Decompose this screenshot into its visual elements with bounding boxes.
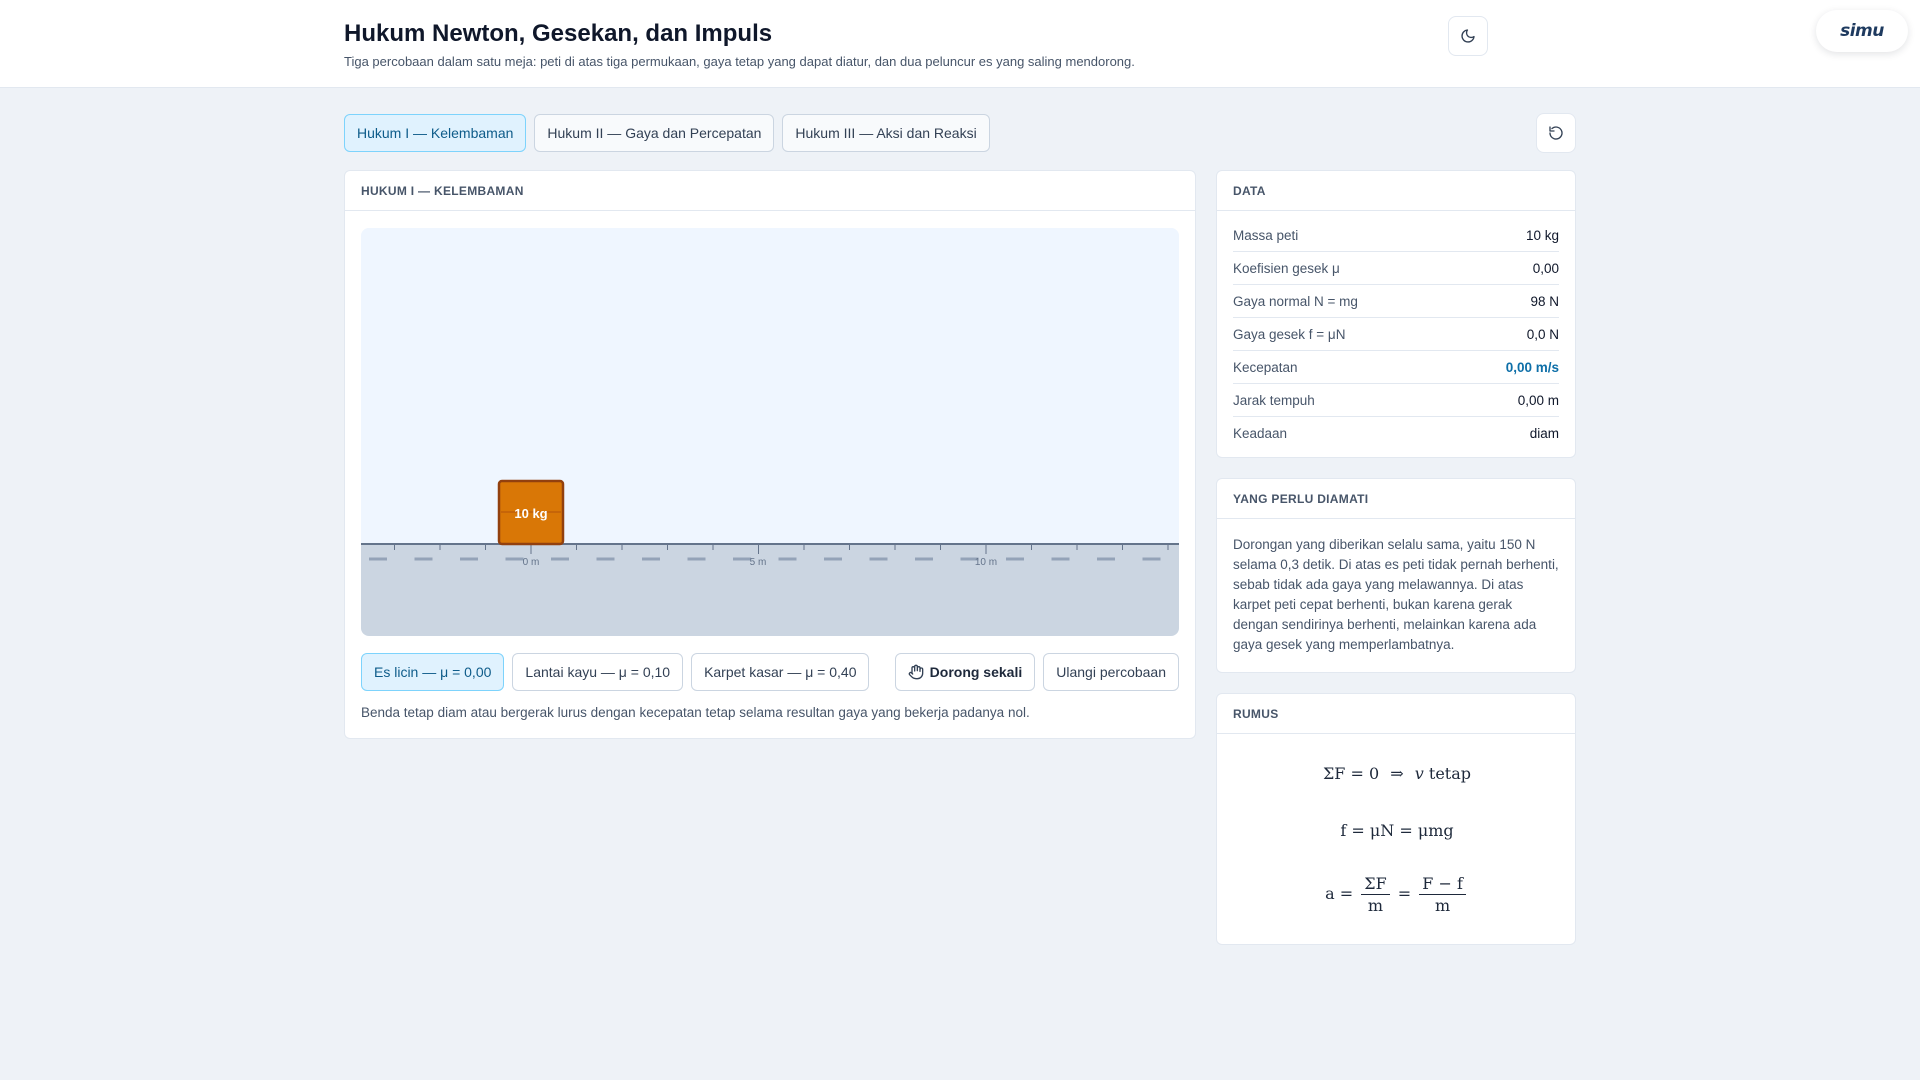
- numerator: ΣF: [1361, 874, 1390, 895]
- observation-heading: YANG PERLU DIAMATI: [1217, 479, 1575, 519]
- data-row-distance: Jarak tempuh 0,00 m: [1233, 384, 1559, 417]
- experiment-tabs: Hukum I — Kelembaman Hukum II — Gaya dan…: [344, 114, 990, 152]
- denominator: m: [1367, 896, 1384, 915]
- formula-lhs: a =: [1325, 884, 1354, 903]
- data-value: 0,00 m/s: [1505, 359, 1559, 375]
- action-buttons: Dorong sekali Ulangi percobaan: [894, 653, 1179, 691]
- logo[interactable]: simu: [1816, 10, 1908, 52]
- page-subtitle: Tiga percobaan dalam satu meja: peti di …: [344, 54, 1135, 69]
- observation-text: Dorongan yang diberikan selalu sama, yai…: [1233, 537, 1559, 652]
- reset-button[interactable]: [1536, 113, 1576, 153]
- theme-toggle-button[interactable]: [1448, 16, 1488, 56]
- data-row-velocity: Kecepatan 0,00 m/s: [1233, 351, 1559, 384]
- data-row-normal-force: Gaya normal N = mg 98 N: [1233, 285, 1559, 318]
- data-value: 0,00 m: [1517, 392, 1559, 408]
- moon-icon: [1461, 29, 1475, 43]
- logo-text: simu: [1840, 21, 1884, 41]
- push-once-label: Dorong sekali: [929, 664, 1023, 680]
- data-row-friction-force: Gaya gesek f = μN 0,0 N: [1233, 318, 1559, 351]
- surface-carpet-button[interactable]: Karpet kasar — μ = 0,40: [691, 653, 870, 691]
- data-panel: DATA Massa peti 10 kg Koefisien gesek μ …: [1216, 170, 1576, 458]
- data-label: Kecepatan: [1233, 359, 1298, 375]
- denominator: m: [1434, 896, 1451, 915]
- surface-wood-button[interactable]: Lantai kayu — μ = 0,10: [512, 653, 684, 691]
- observation-panel: YANG PERLU DIAMATI Dorongan yang diberik…: [1216, 478, 1576, 673]
- data-value: diam: [1529, 426, 1559, 441]
- fraction: F − f m: [1419, 874, 1466, 915]
- formula-lhs: ΣF = 0: [1322, 764, 1380, 783]
- reset-icon: [1549, 126, 1563, 140]
- numerator: F − f: [1419, 874, 1466, 895]
- app-header: Hukum Newton, Gesekan, dan Impuls Tiga p…: [0, 0, 1920, 88]
- fraction: ΣF m: [1361, 874, 1390, 915]
- formula-arrow: ⇒: [1390, 764, 1404, 783]
- retry-button[interactable]: Ulangi percobaan: [1043, 653, 1179, 691]
- crate[interactable]: 10 kg: [497, 479, 565, 546]
- formula-first-law: ΣF = 0 ⇒ v tetap: [1217, 764, 1577, 783]
- tab-hukum-1[interactable]: Hukum I — Kelembaman: [344, 114, 527, 152]
- data-row-friction-coef: Koefisien gesek μ 0,00: [1233, 252, 1559, 285]
- hand-icon: [908, 664, 923, 680]
- data-row-mass: Massa peti 10 kg: [1233, 219, 1559, 252]
- law-caption: Benda tetap diam atau bergerak lurus den…: [361, 705, 1030, 720]
- data-value: 0,0 N: [1526, 326, 1559, 342]
- push-once-button[interactable]: Dorong sekali: [894, 653, 1036, 691]
- surface-ice-button[interactable]: Es licin — μ = 0,00: [361, 653, 505, 691]
- data-row-state: Keadaan diam: [1233, 417, 1559, 450]
- data-label: Massa peti: [1233, 227, 1299, 243]
- simulation-canvas: 0 m 5 m 10 m 10 kg: [361, 228, 1179, 636]
- data-label: Gaya normal N = mg: [1233, 293, 1358, 309]
- ruler-label-5: 5 m: [750, 557, 767, 568]
- formula-word: tetap: [1428, 764, 1471, 783]
- data-value: 0,00: [1532, 260, 1559, 276]
- ruler-label-10: 10 m: [975, 557, 997, 568]
- simulation-heading: HUKUM I — KELEMBAMAN: [345, 171, 1195, 211]
- data-heading: DATA: [1217, 171, 1575, 211]
- simulation-card: HUKUM I — KELEMBAMAN 0 m 5 m 10 m 10 kg …: [344, 170, 1196, 739]
- tab-hukum-3[interactable]: Hukum III — Aksi dan Reaksi: [782, 114, 990, 152]
- data-label: Gaya gesek f = μN: [1233, 326, 1346, 342]
- surface-selector: Es licin — μ = 0,00 Lantai kayu — μ = 0,…: [361, 653, 870, 691]
- data-label: Koefisien gesek μ: [1233, 260, 1340, 276]
- equals-sign: =: [1397, 884, 1412, 903]
- formula-acceleration: a = ΣF m = F − f m: [1217, 874, 1577, 915]
- data-value: 10 kg: [1525, 227, 1559, 243]
- tab-hukum-2[interactable]: Hukum II — Gaya dan Percepatan: [534, 114, 775, 152]
- sky-area: [361, 228, 1179, 544]
- data-label: Keadaan: [1233, 426, 1288, 441]
- ruler-label-0: 0 m: [523, 557, 540, 568]
- formula-velocity: v: [1414, 764, 1424, 783]
- data-label: Jarak tempuh: [1233, 392, 1315, 408]
- page-title: Hukum Newton, Gesekan, dan Impuls: [344, 20, 773, 47]
- formula-heading: RUMUS: [1217, 694, 1575, 734]
- formula-friction: f = μN = μmg: [1340, 821, 1454, 840]
- data-value: 98 N: [1530, 293, 1559, 309]
- crate-label: 10 kg: [514, 506, 547, 521]
- formula-panel: RUMUS ΣF = 0 ⇒ v tetap f = μN = μmg a = …: [1216, 693, 1576, 945]
